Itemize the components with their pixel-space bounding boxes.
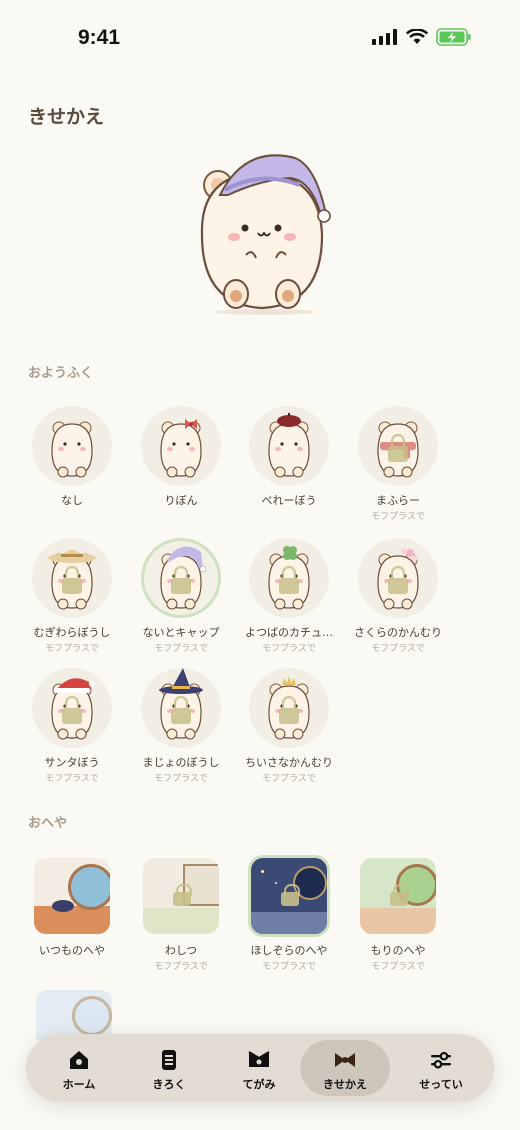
tab-bar: ホーム きろく てがみ きせかえ せってい (26, 1034, 494, 1102)
room-name: ほしぞらのへや (250, 944, 328, 957)
outfit-item[interactable]: まふらーモフプラスで (344, 406, 452, 522)
room-sub: モフプラスで (154, 962, 208, 972)
status-icons (372, 28, 472, 46)
outfit-item[interactable]: なし (18, 406, 126, 509)
outfit-item[interactable]: よつばのカチュ… モフプラスで (235, 538, 343, 654)
outfit-item[interactable]: りぼん (127, 406, 235, 509)
outfit-name: さくらのかんむり (354, 626, 442, 639)
outfit-item[interactable]: さくらのかんむり モフプラスで (344, 538, 452, 654)
notebook-icon (162, 1050, 176, 1070)
outfit-thumbnail (32, 538, 112, 618)
outfit-thumbnail (141, 406, 221, 486)
page-title: きせかえ (28, 106, 105, 128)
tab-letters-label: てがみ (242, 1078, 276, 1091)
outfit-item[interactable]: ちいさなかんむり モフプラスで (235, 668, 343, 784)
outfit-sub: モフプラスで (154, 644, 208, 654)
outfit-item[interactable]: ないとキャップ モフプラスで (127, 538, 235, 654)
room-tile-partial[interactable] (36, 990, 112, 1040)
tab-dressup[interactable]: きせかえ (300, 1040, 390, 1096)
room-sub: モフプラスで (371, 962, 425, 972)
room-item[interactable]: いつものへや (18, 858, 126, 959)
room-name: もりのへや (370, 944, 426, 957)
outfit-sub: モフプラスで (262, 644, 316, 654)
sliders-icon (431, 1051, 451, 1069)
status-time: 9:41 (78, 26, 121, 49)
outfit-name: よつばのカチュ… (245, 626, 333, 639)
outfit-name: サンタぼう (44, 756, 100, 769)
outfit-sub: モフプラスで (371, 512, 425, 522)
outfit-thumbnail (32, 668, 112, 748)
room-thumbnail (251, 858, 327, 934)
outfit-name: まじょのぼうし (142, 756, 220, 769)
outfit-name: べれーぼう (261, 494, 317, 507)
outfit-name: ないとキャップ (142, 626, 220, 639)
wifi-icon (406, 29, 428, 44)
outfit-thumbnail (249, 406, 329, 486)
room-name: わしつ (164, 944, 198, 957)
outfit-sub: モフプラスで (371, 644, 425, 654)
outfit-sub: モフプラスで (45, 774, 99, 784)
outfit-thumbnail (249, 538, 329, 618)
room-sub: モフプラスで (262, 962, 316, 972)
tab-home-label: ホーム (62, 1078, 96, 1091)
room-name: いつものへや (39, 944, 105, 957)
status-bar: 9:41 (0, 0, 520, 70)
outfit-item[interactable]: べれーぼう (235, 406, 343, 509)
outfit-item[interactable]: まじょのぼうし モフプラスで (127, 668, 235, 784)
outfit-name: むぎわらぼうし (33, 626, 111, 639)
outfit-thumbnail (358, 538, 438, 618)
room-item[interactable]: ほしぞらのへや モフプラスで (235, 858, 343, 972)
room-thumbnail (360, 858, 436, 934)
room-item[interactable]: もりのへやモフプラスで (344, 858, 452, 972)
outfit-thumbnail (141, 538, 221, 618)
battery-icon (436, 28, 471, 46)
tab-home[interactable]: ホーム (34, 1040, 124, 1096)
tab-settings-label: せってい (419, 1078, 463, 1091)
outfit-sub: モフプラスで (45, 644, 99, 654)
outfit-item[interactable]: サンタぼうモフプラスで (18, 668, 126, 784)
room-item[interactable]: わしつ モフプラスで (127, 858, 235, 972)
tab-letters[interactable]: てがみ (214, 1040, 304, 1096)
tab-records-label: きろく (152, 1078, 186, 1091)
outfit-sub: モフプラスで (262, 774, 316, 784)
outfit-sub: モフプラスで (154, 774, 208, 784)
tab-records[interactable]: きろく (124, 1040, 214, 1096)
room-thumbnail (34, 858, 110, 934)
room-thumbnail (143, 858, 219, 934)
outfit-name: りぼん (164, 494, 198, 507)
signal-icon (372, 29, 397, 45)
hero-bear (200, 154, 331, 315)
letter-icon (248, 1051, 270, 1067)
ribbon-icon (335, 1053, 355, 1067)
tab-settings[interactable]: せってい (396, 1040, 486, 1096)
tab-dressup-label: きせかえ (323, 1078, 367, 1091)
outfit-thumbnail (141, 668, 221, 748)
outfit-name: ちいさなかんむり (245, 756, 333, 769)
outfit-name: まふらー (376, 494, 420, 507)
section-title-rooms: おへや (28, 816, 68, 831)
section-title-outfits: おようふく (28, 366, 94, 381)
home-icon (70, 1051, 88, 1069)
outfit-thumbnail (249, 668, 329, 748)
outfit-item[interactable]: むぎわらぼうし モフプラスで (18, 538, 126, 654)
outfit-thumbnail (358, 406, 438, 486)
outfit-thumbnail (32, 406, 112, 486)
outfit-name: なし (61, 494, 83, 507)
